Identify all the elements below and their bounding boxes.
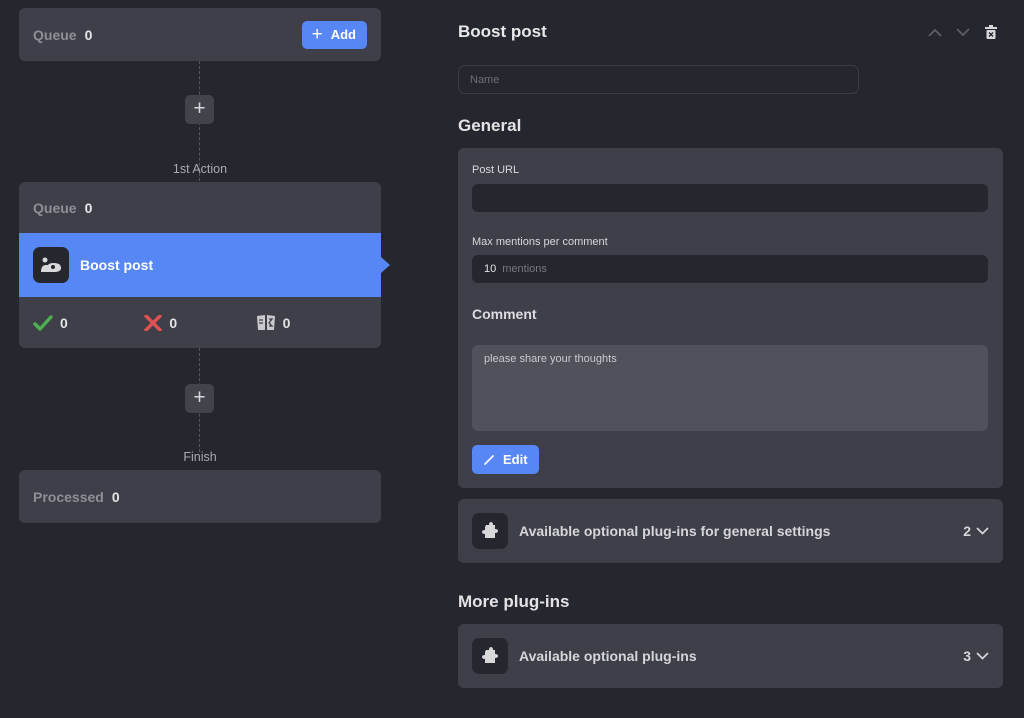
more-plugins-count: 3: [963, 648, 971, 664]
insert-step-button[interactable]: +: [185, 95, 214, 124]
action-card: Queue 0 Boost post 0 0 0: [19, 182, 390, 348]
boost-post-icon: [33, 247, 69, 283]
chevron-down-icon: [976, 652, 989, 660]
max-mentions-unit: mentions: [502, 263, 547, 275]
post-url-input[interactable]: [472, 184, 988, 212]
finish-label: Finish: [183, 450, 217, 464]
x-icon: [144, 314, 163, 331]
puzzle-icon: [472, 513, 508, 549]
step-label: 1st Action: [172, 162, 228, 176]
action-boost-post[interactable]: Boost post: [19, 233, 390, 297]
general-section-title: General: [458, 116, 522, 135]
max-mentions-label: Max mentions per comment: [472, 236, 608, 248]
success-count: 0: [60, 314, 68, 331]
stat-skipped: 0: [256, 314, 367, 331]
queue-count: 0: [84, 26, 93, 43]
action-title: Boost post: [80, 257, 154, 273]
skipped-icon: [256, 315, 275, 330]
processed-card: Processed 0: [19, 470, 381, 523]
post-url-label: Post URL: [472, 164, 520, 176]
comment-title: Comment: [472, 306, 537, 322]
chevron-down-icon: [976, 527, 989, 535]
general-plugins-accordion[interactable]: Available optional plug-ins for general …: [458, 499, 1003, 563]
check-icon: [33, 314, 53, 331]
skipped-count: 0: [282, 314, 291, 331]
processed-label: Processed: [33, 488, 104, 505]
move-up-icon[interactable]: [927, 24, 943, 40]
puzzle-icon: [472, 638, 508, 674]
stat-failed: 0: [144, 314, 255, 331]
general-settings-box: Post URL Max mentions per comment 10 men…: [458, 148, 1003, 488]
edit-button[interactable]: Edit: [472, 445, 539, 474]
max-mentions-value: 10: [484, 263, 497, 275]
insert-step-button[interactable]: +: [185, 384, 214, 413]
trash-icon[interactable]: [983, 24, 999, 40]
processed-count: 0: [111, 488, 120, 505]
plus-icon: +: [311, 24, 323, 45]
move-down-icon[interactable]: [955, 24, 971, 40]
general-plugins-count: 2: [963, 523, 971, 539]
stat-success: 0: [33, 315, 144, 331]
comment-textarea[interactable]: please share your thoughts: [472, 345, 988, 431]
queue-label: Queue: [33, 26, 77, 43]
panel-title: Boost post: [458, 22, 547, 41]
add-button-label: Add: [330, 27, 356, 42]
edit-button-label: Edit: [503, 452, 528, 467]
more-plugins-title: More plug-ins: [458, 592, 570, 611]
source-queue-card: Queue 0 + Add: [19, 8, 381, 61]
pencil-icon: [484, 454, 494, 465]
more-plugins-label: Available optional plug-ins: [519, 648, 697, 664]
add-button[interactable]: + Add: [301, 20, 367, 49]
max-mentions-input[interactable]: 10 mentions: [472, 255, 988, 283]
name-input[interactable]: [458, 65, 859, 94]
action-queue-count: 0: [84, 199, 93, 216]
failed-count: 0: [169, 314, 178, 331]
more-plugins-accordion[interactable]: Available optional plug-ins 3: [458, 624, 1003, 688]
action-queue-label: Queue: [33, 199, 77, 216]
general-plugins-label: Available optional plug-ins for general …: [519, 523, 831, 539]
